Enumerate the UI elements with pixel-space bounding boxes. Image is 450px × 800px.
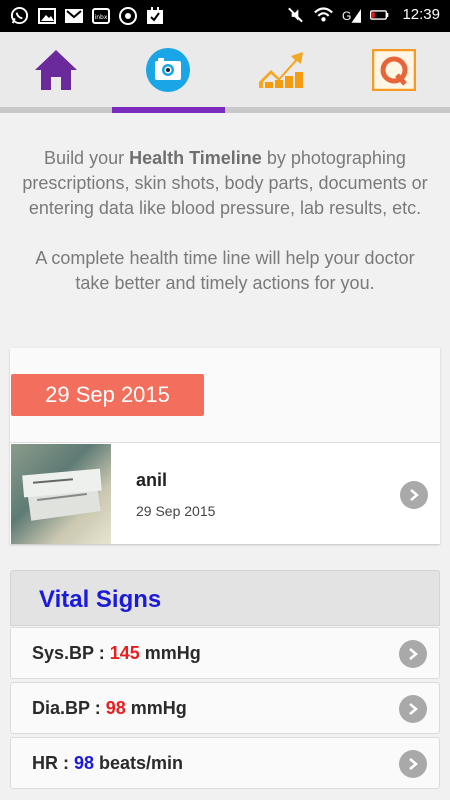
intro-paragraph-2: A complete health time line will help yo…	[35, 248, 415, 293]
chevron-right-icon[interactable]	[399, 640, 427, 668]
notification-icons: inbx	[10, 6, 164, 25]
signal-icon: G	[342, 5, 362, 24]
intro-text: Build your Health Timeline by photograph…	[20, 146, 430, 296]
active-tab-indicator	[112, 107, 225, 113]
vital-row-hr[interactable]: HR : 98 beats/min	[10, 737, 440, 789]
q-icon	[371, 48, 417, 96]
whatsapp-icon	[10, 6, 29, 25]
date-badge: 29 Sep 2015	[11, 374, 204, 416]
svg-text:inbx: inbx	[94, 14, 107, 21]
inbox-icon: inbx	[91, 6, 110, 25]
chevron-right-icon[interactable]	[399, 750, 427, 778]
vitals-title: Vital Signs	[39, 586, 162, 613]
timeline-card: 29 Sep 2015 anil 29 Sep 2015	[10, 348, 440, 544]
mute-icon	[286, 5, 305, 24]
clock: 12:39	[402, 6, 440, 23]
vital-value: 98	[74, 753, 95, 773]
vital-row-dia-bp[interactable]: Dia.BP : 98 mmHg	[10, 682, 440, 734]
system-icons: G 12:39	[286, 5, 440, 24]
vital-value: 98	[105, 698, 126, 718]
vital-text: HR : 98 beats/min	[32, 753, 184, 773]
task-icon	[145, 6, 164, 25]
vital-text: Dia.BP : 98 mmHg	[32, 698, 187, 718]
entry-date: 29 Sep 2015	[136, 503, 216, 519]
intro-paragraph-1: Build your Health Timeline by photograph…	[22, 148, 428, 218]
gmail-icon	[64, 6, 83, 25]
vital-row-sys-bp[interactable]: Sys.BP : 145 mmHg	[10, 627, 440, 679]
tab-trends[interactable]	[225, 32, 337, 113]
tab-underline	[0, 107, 450, 113]
vital-text: Sys.BP : 145 mmHg	[32, 643, 201, 663]
tab-camera[interactable]	[112, 32, 224, 113]
chevron-right-icon[interactable]	[399, 695, 427, 723]
tab-query[interactable]	[338, 32, 450, 113]
chart-icon	[257, 50, 305, 95]
tab-home[interactable]	[0, 32, 112, 113]
image-icon	[37, 6, 56, 25]
tab-bar	[0, 32, 450, 113]
timeline-entry[interactable]: anil 29 Sep 2015	[10, 442, 440, 544]
entry-name: anil	[136, 470, 168, 490]
vital-value: 145	[109, 643, 140, 663]
chrome-icon	[118, 6, 137, 25]
svg-text:G: G	[342, 9, 351, 23]
home-icon	[33, 48, 79, 97]
wifi-icon	[314, 5, 334, 24]
entry-thumbnail	[11, 444, 111, 544]
status-bar: inbx G 12:39	[0, 0, 450, 32]
chevron-right-icon[interactable]	[400, 481, 428, 509]
battery-icon	[370, 5, 389, 24]
vitals-header: Vital Signs	[10, 570, 440, 626]
camera-icon	[145, 47, 191, 98]
